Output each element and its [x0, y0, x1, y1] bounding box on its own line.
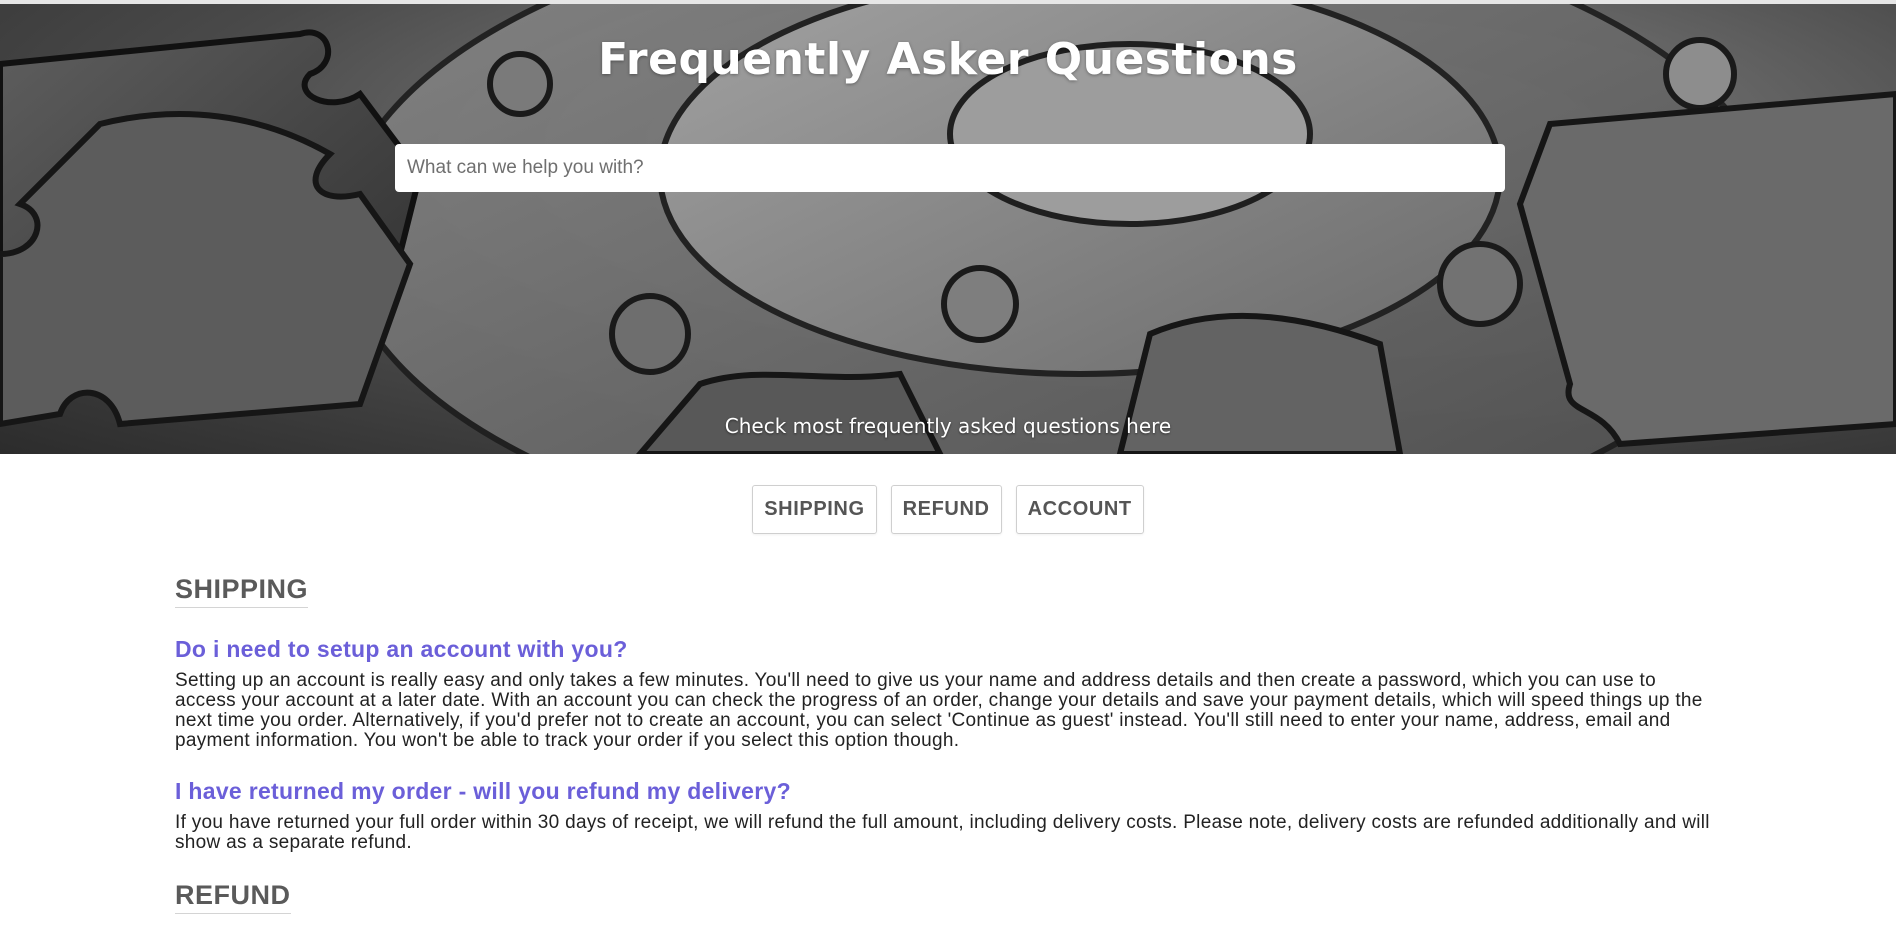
category-tabs: SHIPPING REFUND ACCOUNT	[0, 485, 1896, 534]
faq-answer: Setting up an account is really easy and…	[175, 670, 1703, 751]
faq-content: SHIPPING Do i need to setup an account w…	[175, 574, 1721, 931]
faq-question[interactable]: Do i need to setup an account with you?	[175, 636, 1721, 663]
faq-section-refund: REFUND	[175, 880, 1721, 931]
section-title: SHIPPING	[175, 574, 309, 608]
tab-refund[interactable]: REFUND	[890, 485, 1002, 534]
section-title: REFUND	[175, 880, 291, 914]
search-box	[395, 144, 1505, 192]
hero-subtitle: Check most frequently asked questions he…	[724, 414, 1172, 438]
hero-banner: Frequently Asker Questions Check most fr…	[0, 4, 1896, 454]
faq-answer: If you have returned your full order wit…	[175, 812, 1710, 853]
page-title: Frequently Asker Questions	[598, 34, 1298, 85]
faq-question[interactable]: I have returned my order - will you refu…	[175, 778, 1721, 805]
faq-section-shipping: SHIPPING Do i need to setup an account w…	[175, 574, 1721, 853]
faq-item: I have returned my order - will you refu…	[175, 778, 1721, 853]
faq-item: Do i need to setup an account with you? …	[175, 636, 1721, 751]
tab-account[interactable]: ACCOUNT	[1015, 485, 1144, 534]
tab-shipping[interactable]: SHIPPING	[752, 485, 877, 534]
search-input[interactable]	[395, 144, 1505, 192]
